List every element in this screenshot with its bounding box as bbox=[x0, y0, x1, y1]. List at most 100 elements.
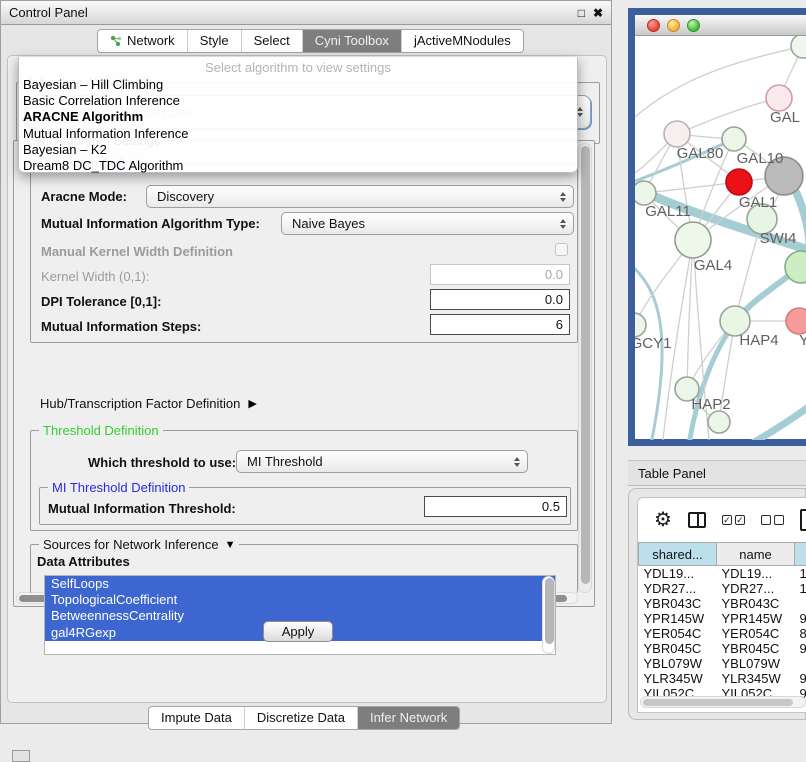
table-cell[interactable]: YBL079W bbox=[639, 656, 717, 671]
node-label-gal1: GAL1 bbox=[739, 194, 777, 211]
table-cell[interactable]: YBR043C bbox=[639, 596, 717, 611]
network-node[interactable] bbox=[791, 36, 806, 58]
network-edge[interactable] bbox=[751, 402, 806, 440]
table-cell[interactable]: YBL079W bbox=[717, 656, 795, 671]
table-row[interactable]: YDR27...YDR27...12 bbox=[639, 581, 806, 596]
network-node-gal10[interactable] bbox=[722, 127, 746, 151]
tab-network[interactable]: Network bbox=[98, 30, 188, 52]
tab-discretize-data[interactable]: Discretize Data bbox=[245, 707, 358, 729]
network-node-gal4[interactable] bbox=[675, 222, 711, 258]
table-cell[interactable]: 12 bbox=[795, 581, 806, 596]
apply-button[interactable]: Apply bbox=[263, 621, 333, 642]
table-settings-gear-icon[interactable]: ⚙ bbox=[654, 510, 672, 530]
table-row[interactable]: YBR045CYBR045C9. bbox=[639, 641, 806, 656]
algorithm-option[interactable]: Dream8 DC_TDC Algorithm bbox=[19, 158, 577, 174]
table-cell[interactable]: YDR27... bbox=[717, 581, 795, 596]
table-row[interactable]: YBR043CYBR043C bbox=[639, 596, 806, 611]
threshold-definition-group: Threshold Definition Which threshold to … bbox=[30, 430, 578, 531]
table-cell[interactable]: 8. bbox=[795, 626, 806, 641]
tab-cyni-toolbox[interactable]: Cyni Toolbox bbox=[303, 30, 402, 52]
table-panel-titlebar[interactable]: Table Panel bbox=[628, 460, 806, 486]
settings-vertical-scrollbar[interactable] bbox=[578, 143, 592, 593]
network-node-gal[interactable] bbox=[766, 85, 792, 111]
table-cell[interactable]: YDL19... bbox=[717, 566, 795, 582]
mi-threshold-input[interactable]: 0.5 bbox=[424, 496, 567, 517]
network-canvas[interactable]: GALGAL80GAL10GAL1GAL11SWI4GAL4GCY1HAP4YH… bbox=[635, 36, 806, 440]
dpi-tolerance-input[interactable]: 0.0 bbox=[430, 289, 570, 310]
table-cell[interactable]: YER054C bbox=[717, 626, 795, 641]
network-node-gcy1[interactable] bbox=[635, 313, 646, 337]
data-attributes-list[interactable]: SelfLoopsTopologicalCoefficientBetweenne… bbox=[44, 575, 556, 655]
attributes-scrollbar[interactable] bbox=[542, 576, 555, 654]
network-node[interactable] bbox=[708, 411, 730, 433]
tab-infer-network[interactable]: Infer Network bbox=[358, 707, 459, 729]
settings-vscroll-thumb[interactable] bbox=[581, 146, 590, 584]
network-window-titlebar[interactable] bbox=[635, 15, 806, 36]
table-cell[interactable]: YBR045C bbox=[639, 641, 717, 656]
node-table[interactable]: shared...nameAYDL19...YDL19...13YDR27...… bbox=[638, 542, 806, 702]
data-attribute-item[interactable]: SelfLoops bbox=[45, 576, 555, 592]
deselect-all-columns-icon[interactable] bbox=[761, 515, 784, 525]
table-cell[interactable]: YDL19... bbox=[639, 566, 717, 582]
hub-factor-expander[interactable]: Hub/Transcription Factor Definition ▶ bbox=[40, 396, 257, 411]
table-cell[interactable]: YPR145W bbox=[717, 611, 795, 626]
sources-group-title[interactable]: Sources for Network Inference ▼ bbox=[39, 537, 239, 552]
table-column-header[interactable]: name bbox=[717, 543, 795, 566]
table-hscroll-thumb[interactable] bbox=[643, 699, 793, 706]
network-edge[interactable] bbox=[644, 182, 739, 193]
control-panel-titlebar[interactable]: Control Panel □ ✖ bbox=[1, 1, 611, 25]
close-window-icon[interactable]: ✖ bbox=[593, 6, 603, 20]
algorithm-option[interactable]: Mutual Information Inference bbox=[19, 126, 577, 142]
table-cell[interactable] bbox=[795, 596, 806, 611]
select-all-columns-icon[interactable]: ✓✓ bbox=[722, 515, 745, 525]
minimize-traffic-light-icon[interactable] bbox=[667, 19, 680, 32]
table-horizontal-scrollbar[interactable] bbox=[640, 696, 806, 708]
table-row[interactable]: YER054CYER054C8. bbox=[639, 626, 806, 641]
network-node-y[interactable] bbox=[786, 308, 806, 334]
tab-style[interactable]: Style bbox=[188, 30, 242, 52]
table-cell[interactable]: YER054C bbox=[639, 626, 717, 641]
table-cell[interactable]: YLR345W bbox=[639, 671, 717, 686]
collapsed-panel-icon[interactable] bbox=[12, 750, 30, 762]
table-cell[interactable] bbox=[795, 656, 806, 671]
close-traffic-light-icon[interactable] bbox=[647, 19, 660, 32]
export-table-icon[interactable] bbox=[800, 509, 806, 531]
network-node-gal11[interactable] bbox=[635, 181, 656, 205]
table-row[interactable]: YBL079WYBL079W bbox=[639, 656, 806, 671]
network-node-gal1[interactable] bbox=[726, 169, 752, 195]
float-window-icon[interactable]: □ bbox=[578, 6, 585, 20]
kernel-width-input[interactable]: 0.0 bbox=[430, 264, 570, 285]
algorithm-option[interactable]: Bayesian – K2 bbox=[19, 142, 577, 158]
mi-algorithm-type-combo[interactable]: Naive Bayes bbox=[281, 212, 574, 235]
table-cell[interactable]: 9. bbox=[795, 641, 806, 656]
table-cell[interactable]: 13 bbox=[795, 566, 806, 582]
table-cell[interactable]: 9. bbox=[795, 671, 806, 686]
which-threshold-combo[interactable]: MI Threshold bbox=[236, 450, 528, 473]
algorithm-option[interactable]: Bayesian – Hill Climbing bbox=[19, 77, 577, 93]
table-column-header[interactable]: A bbox=[795, 543, 806, 566]
manual-kernel-width-checkbox[interactable] bbox=[555, 243, 568, 256]
table-cell[interactable]: 9. bbox=[795, 611, 806, 626]
column-layout-icon[interactable] bbox=[688, 512, 706, 528]
table-cell[interactable]: YBR045C bbox=[717, 641, 795, 656]
table-cell[interactable]: YBR043C bbox=[717, 596, 795, 611]
tab-impute-data[interactable]: Impute Data bbox=[149, 707, 245, 729]
data-attribute-item[interactable]: TopologicalCoefficient bbox=[45, 592, 555, 608]
table-cell[interactable]: YLR345W bbox=[717, 671, 795, 686]
table-cell[interactable]: YDR27... bbox=[639, 581, 717, 596]
network-edge[interactable] bbox=[687, 240, 693, 389]
tab-select[interactable]: Select bbox=[242, 30, 303, 52]
tab-jactivemnodules[interactable]: jActiveMNodules bbox=[402, 30, 523, 52]
table-cell[interactable]: YPR145W bbox=[639, 611, 717, 626]
attributes-scroll-thumb[interactable] bbox=[545, 578, 554, 644]
table-row[interactable]: YDL19...YDL19...13 bbox=[639, 566, 806, 582]
mi-steps-input[interactable]: 6 bbox=[430, 314, 570, 335]
network-node-gal80[interactable] bbox=[664, 121, 690, 147]
algorithm-option[interactable]: ARACNE Algorithm bbox=[19, 109, 577, 125]
aracne-mode-combo[interactable]: Discovery bbox=[146, 185, 574, 208]
table-row[interactable]: YPR145WYPR145W9. bbox=[639, 611, 806, 626]
table-row[interactable]: YLR345WYLR345W9. bbox=[639, 671, 806, 686]
zoom-traffic-light-icon[interactable] bbox=[687, 19, 700, 32]
algorithm-option[interactable]: Basic Correlation Inference bbox=[19, 93, 577, 109]
table-column-header[interactable]: shared... bbox=[639, 543, 717, 566]
